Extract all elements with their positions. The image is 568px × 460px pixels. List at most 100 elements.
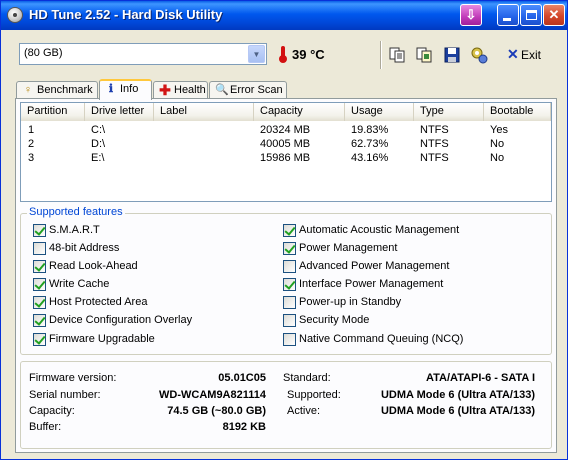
cell-usage: 19.83% <box>351 124 389 136</box>
drive-select-value: (80 GB) <box>24 47 63 59</box>
cell-partition: 1 <box>28 124 35 136</box>
supported-value: UDMA Mode 6 (Ultra ATA/133) <box>380 389 535 401</box>
feature-label: Write Cache <box>49 278 110 290</box>
cell-partition: 3 <box>28 152 35 164</box>
table-row[interactable]: 3 E:\ 15986 MB 43.16% NTFS No <box>21 151 551 165</box>
health-icon: ✚ <box>159 82 171 98</box>
cell-capacity: 40005 MB <box>260 138 311 150</box>
close-button[interactable]: ✕ <box>543 4 565 26</box>
copy-screenshot-icon[interactable] <box>415 46 433 64</box>
app-disk-icon[interactable] <box>7 7 23 23</box>
down-arrow-icon: ⇩ <box>465 7 477 22</box>
column-header-type[interactable]: Type <box>414 103 484 121</box>
checkbox[interactable] <box>33 260 46 273</box>
firmware-value: 05.01C05 <box>218 372 266 384</box>
column-header-drive-letter[interactable]: Drive letter <box>85 103 154 121</box>
firmware-label: Firmware version: <box>29 372 117 384</box>
toolbar: (80 GB) ▼ 39 °C ✕ Exit <box>10 37 558 73</box>
cell-type: NTFS <box>420 152 449 164</box>
table-row[interactable]: 1 C:\ 20324 MB 19.83% NTFS Yes <box>21 123 551 137</box>
tab-label: Health <box>174 84 206 96</box>
capacity-label: Capacity: <box>29 405 75 417</box>
checkbox[interactable] <box>283 296 296 309</box>
cell-bootable: No <box>490 152 505 164</box>
chevron-down-icon[interactable]: ▼ <box>248 45 265 63</box>
column-header-partition[interactable]: Partition <box>21 103 85 121</box>
drive-info-box: Firmware version: 05.01C05 Serial number… <box>20 361 552 449</box>
thermometer-icon <box>278 45 288 64</box>
exit-label: Exit <box>521 48 542 62</box>
error-scan-icon: 🔍 <box>215 84 229 96</box>
checkbox[interactable] <box>283 314 296 327</box>
tab-info[interactable]: ℹ Info <box>99 79 152 100</box>
checkbox[interactable] <box>283 333 296 346</box>
download-update-button[interactable]: ⇩ <box>460 4 482 26</box>
serial-label: Serial number: <box>29 389 101 401</box>
minimize-button[interactable] <box>497 4 519 26</box>
save-icon[interactable] <box>443 46 461 64</box>
cell-capacity: 15986 MB <box>260 152 311 164</box>
column-header-label[interactable]: Label <box>154 103 254 121</box>
column-header-usage[interactable]: Usage <box>345 103 414 121</box>
cell-drive-letter: E:\ <box>91 152 105 164</box>
checkbox[interactable] <box>33 278 46 291</box>
checkbox[interactable] <box>283 224 296 237</box>
feature-label: Firmware Upgradable <box>49 333 155 345</box>
checkbox[interactable] <box>33 333 46 346</box>
copy-text-icon[interactable] <box>388 46 406 64</box>
options-icon[interactable] <box>470 46 488 64</box>
cell-type: NTFS <box>420 138 449 150</box>
feature-label: S.M.A.R.T <box>49 224 100 236</box>
feature-label: Automatic Acoustic Management <box>299 224 460 236</box>
checkbox[interactable] <box>283 260 296 273</box>
active-value: UDMA Mode 6 (Ultra ATA/133) <box>380 405 535 417</box>
checkbox[interactable] <box>283 278 296 291</box>
buffer-value: 8192 KB <box>222 421 266 433</box>
toolbar-separator <box>380 41 382 69</box>
cell-capacity: 20324 MB <box>260 124 311 136</box>
tab-benchmark[interactable]: ♀ Benchmark <box>16 81 98 99</box>
app-window: HD Tune 2.52 - Hard Disk Utility ⇩ ✕ (80… <box>0 0 568 460</box>
checkbox[interactable] <box>33 224 46 237</box>
checkbox[interactable] <box>283 242 296 255</box>
maximize-icon <box>526 10 537 20</box>
tab-label: Info <box>120 83 139 95</box>
standard-value: ATA/ATAPI-6 - SATA I <box>426 372 535 384</box>
checkbox[interactable] <box>33 242 46 255</box>
cell-partition: 2 <box>28 138 35 150</box>
feature-label: Advanced Power Management <box>299 260 450 272</box>
table-row[interactable]: 2 D:\ 40005 MB 62.73% NTFS No <box>21 137 551 151</box>
close-icon: ✕ <box>548 7 560 22</box>
drive-select[interactable]: (80 GB) ▼ <box>19 43 267 65</box>
info-icon: ℹ <box>108 83 114 95</box>
feature-label: Native Command Queuing (NCQ) <box>299 333 464 345</box>
capacity-value: 74.5 GB (~80.0 GB) <box>167 405 266 417</box>
info-panel: Partition Drive letter Label Capacity Us… <box>15 98 557 453</box>
maximize-button[interactable] <box>520 4 542 26</box>
tab-label: Error Scan <box>230 84 283 96</box>
group-title: Supported features <box>27 206 125 218</box>
feature-label: Read Look-Ahead <box>49 260 138 272</box>
window-title: HD Tune 2.52 - Hard Disk Utility <box>29 7 223 22</box>
feature-label: Power-up in Standby <box>299 296 402 308</box>
cell-bootable: Yes <box>490 124 508 136</box>
standard-label: Standard: <box>283 372 331 384</box>
serial-value: WD-WCAM9A821114 <box>159 389 266 401</box>
checkbox[interactable] <box>33 314 46 327</box>
column-header-bootable[interactable]: Bootable <box>484 103 551 121</box>
cell-bootable: No <box>490 138 505 150</box>
partition-list-header: Partition Drive letter Label Capacity Us… <box>21 103 551 121</box>
tab-health[interactable]: ✚ Health <box>153 81 208 99</box>
cell-drive-letter: C:\ <box>91 124 106 136</box>
supported-features-group: Supported features S.M.A.R.T 48-bit Addr… <box>20 206 552 355</box>
cell-usage: 43.16% <box>351 152 389 164</box>
feature-label: Power Management <box>299 242 398 254</box>
column-header-capacity[interactable]: Capacity <box>254 103 345 121</box>
title-bar[interactable]: HD Tune 2.52 - Hard Disk Utility ⇩ ✕ <box>1 1 567 30</box>
minimize-icon <box>503 18 511 21</box>
tab-error-scan[interactable]: 🔍 Error Scan <box>209 81 287 99</box>
partition-list[interactable]: Partition Drive letter Label Capacity Us… <box>20 102 552 202</box>
tab-label: Benchmark <box>37 84 93 96</box>
checkbox[interactable] <box>33 296 46 309</box>
buffer-label: Buffer: <box>29 421 62 433</box>
